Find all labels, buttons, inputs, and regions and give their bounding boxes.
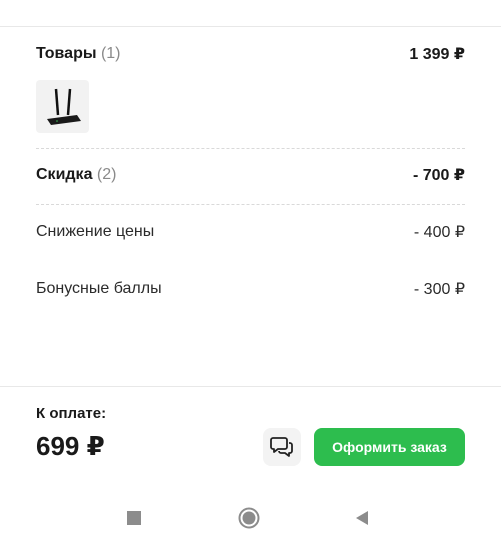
discount-row: Скидка (2) - 700 ₽ (36, 165, 465, 185)
goods-title: Товары (36, 45, 97, 62)
payment-label: К оплате: (36, 405, 107, 422)
chat-icon (270, 437, 293, 457)
goods-row: Товары (1) 1 399 ₽ (36, 44, 465, 64)
discount-item-amount: - 300 ₽ (413, 281, 465, 298)
discount-title: Скидка (36, 166, 93, 183)
nav-home-button[interactable] (238, 507, 260, 529)
goods-label: Товары (1) (36, 45, 121, 63)
discount-item-amount: - 400 ₽ (413, 224, 465, 241)
router-thumbnail-icon (46, 88, 81, 125)
discount-item-row: Бонусные баллы - 300 ₽ (36, 279, 465, 299)
nav-recent-button[interactable] (123, 507, 145, 529)
goods-amount: 1 399 ₽ (409, 46, 465, 63)
place-order-button[interactable]: Оформить заказ (314, 428, 465, 466)
goods-count: (1) (100, 45, 121, 62)
triangle-back-icon (356, 511, 368, 525)
system-nav-bar (0, 497, 501, 537)
payment-total: 699 ₽ (36, 431, 105, 461)
circle-icon (238, 507, 260, 529)
product-thumbnail[interactable] (36, 80, 89, 133)
discount-count: (2) (96, 166, 117, 183)
discount-amount: - 700 ₽ (412, 167, 465, 184)
discount-item-label: Бонусные баллы (36, 280, 162, 297)
discount-item-label: Снижение цены (36, 223, 155, 240)
discount-item-row: Снижение цены - 400 ₽ (36, 222, 465, 242)
chat-button[interactable] (263, 428, 301, 466)
footer-divider (0, 386, 501, 387)
dashed-divider (36, 204, 465, 205)
discount-label: Скидка (2) (36, 166, 116, 184)
square-icon (127, 511, 141, 525)
dashed-divider (36, 148, 465, 149)
top-divider (0, 26, 501, 27)
nav-back-button[interactable] (351, 507, 373, 529)
